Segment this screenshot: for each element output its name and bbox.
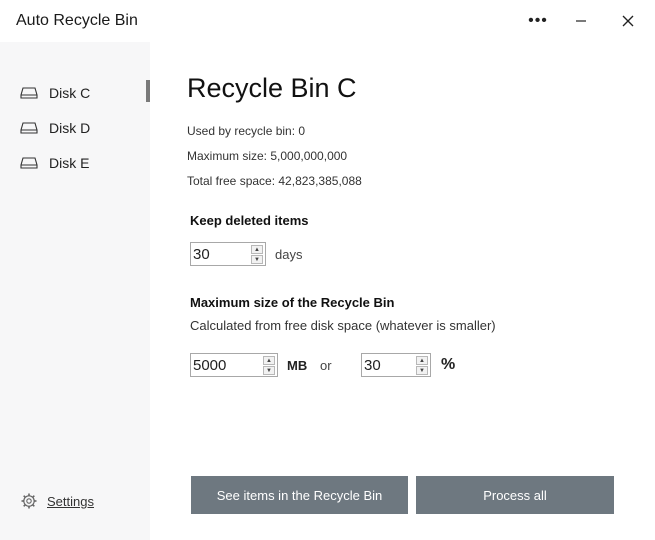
keep-days-value: 30 xyxy=(193,246,210,263)
max-size-percent-value: 30 xyxy=(364,357,381,374)
max-size-mb-value: 5000 xyxy=(193,357,227,374)
close-button[interactable] xyxy=(610,6,646,36)
minimize-button[interactable] xyxy=(563,6,599,36)
app-title: Auto Recycle Bin xyxy=(16,12,138,29)
see-items-button[interactable]: See items in the Recycle Bin xyxy=(191,476,408,514)
max-size-info: Maximum size: 5,000,000,000 xyxy=(187,149,348,163)
sidebar-item-label: Disk C xyxy=(49,85,91,101)
settings-link[interactable]: Settings xyxy=(20,492,94,510)
increment-button[interactable]: ▲ xyxy=(263,356,275,365)
decrement-button[interactable]: ▼ xyxy=(416,366,428,375)
minimize-icon xyxy=(576,20,586,22)
drive-icon xyxy=(20,157,38,169)
process-all-button[interactable]: Process all xyxy=(416,476,614,514)
gear-icon xyxy=(21,493,37,509)
settings-label: Settings xyxy=(47,493,94,509)
main-panel: Recycle Bin C Used by recycle bin: 0 Max… xyxy=(150,42,655,540)
keep-days-stepper[interactable]: 30 ▲ ▼ xyxy=(190,242,266,266)
max-size-subtitle: Calculated from free disk space (whateve… xyxy=(190,318,496,333)
more-icon: ••• xyxy=(528,12,548,29)
close-icon xyxy=(622,15,634,27)
page-title: Recycle Bin C xyxy=(187,73,357,103)
mb-unit: MB xyxy=(287,358,308,373)
percent-unit: % xyxy=(441,356,456,373)
free-space-info: Total free space: 42,823,385,088 xyxy=(187,174,362,188)
increment-button[interactable]: ▲ xyxy=(251,245,263,254)
sidebar: Disk C Disk D Disk E Settings xyxy=(0,42,150,540)
max-size-percent-stepper[interactable]: 30 ▲ ▼ xyxy=(361,353,431,377)
drive-icon xyxy=(20,122,38,134)
sidebar-item-disk-e[interactable]: Disk E xyxy=(20,150,148,176)
decrement-button[interactable]: ▼ xyxy=(251,255,263,264)
more-options-button[interactable]: ••• xyxy=(520,6,556,36)
stepper-arrows: ▲ ▼ xyxy=(251,245,263,264)
decrement-button[interactable]: ▼ xyxy=(263,366,275,375)
sidebar-item-disk-d[interactable]: Disk D xyxy=(20,115,148,141)
keep-items-heading: Keep deleted items xyxy=(190,213,309,228)
max-size-heading: Maximum size of the Recycle Bin xyxy=(190,295,395,310)
or-label: or xyxy=(320,358,332,373)
sidebar-item-label: Disk E xyxy=(49,155,90,171)
days-unit: days xyxy=(275,247,303,262)
title-bar: Auto Recycle Bin ••• xyxy=(0,0,655,42)
stepper-arrows: ▲ ▼ xyxy=(263,356,275,375)
sidebar-item-disk-c[interactable]: Disk C xyxy=(20,80,148,106)
drive-icon xyxy=(20,87,38,99)
stepper-arrows: ▲ ▼ xyxy=(416,356,428,375)
increment-button[interactable]: ▲ xyxy=(416,356,428,365)
sidebar-item-label: Disk D xyxy=(49,120,91,136)
max-size-mb-stepper[interactable]: 5000 ▲ ▼ xyxy=(190,353,278,377)
used-info: Used by recycle bin: 0 xyxy=(187,124,306,138)
